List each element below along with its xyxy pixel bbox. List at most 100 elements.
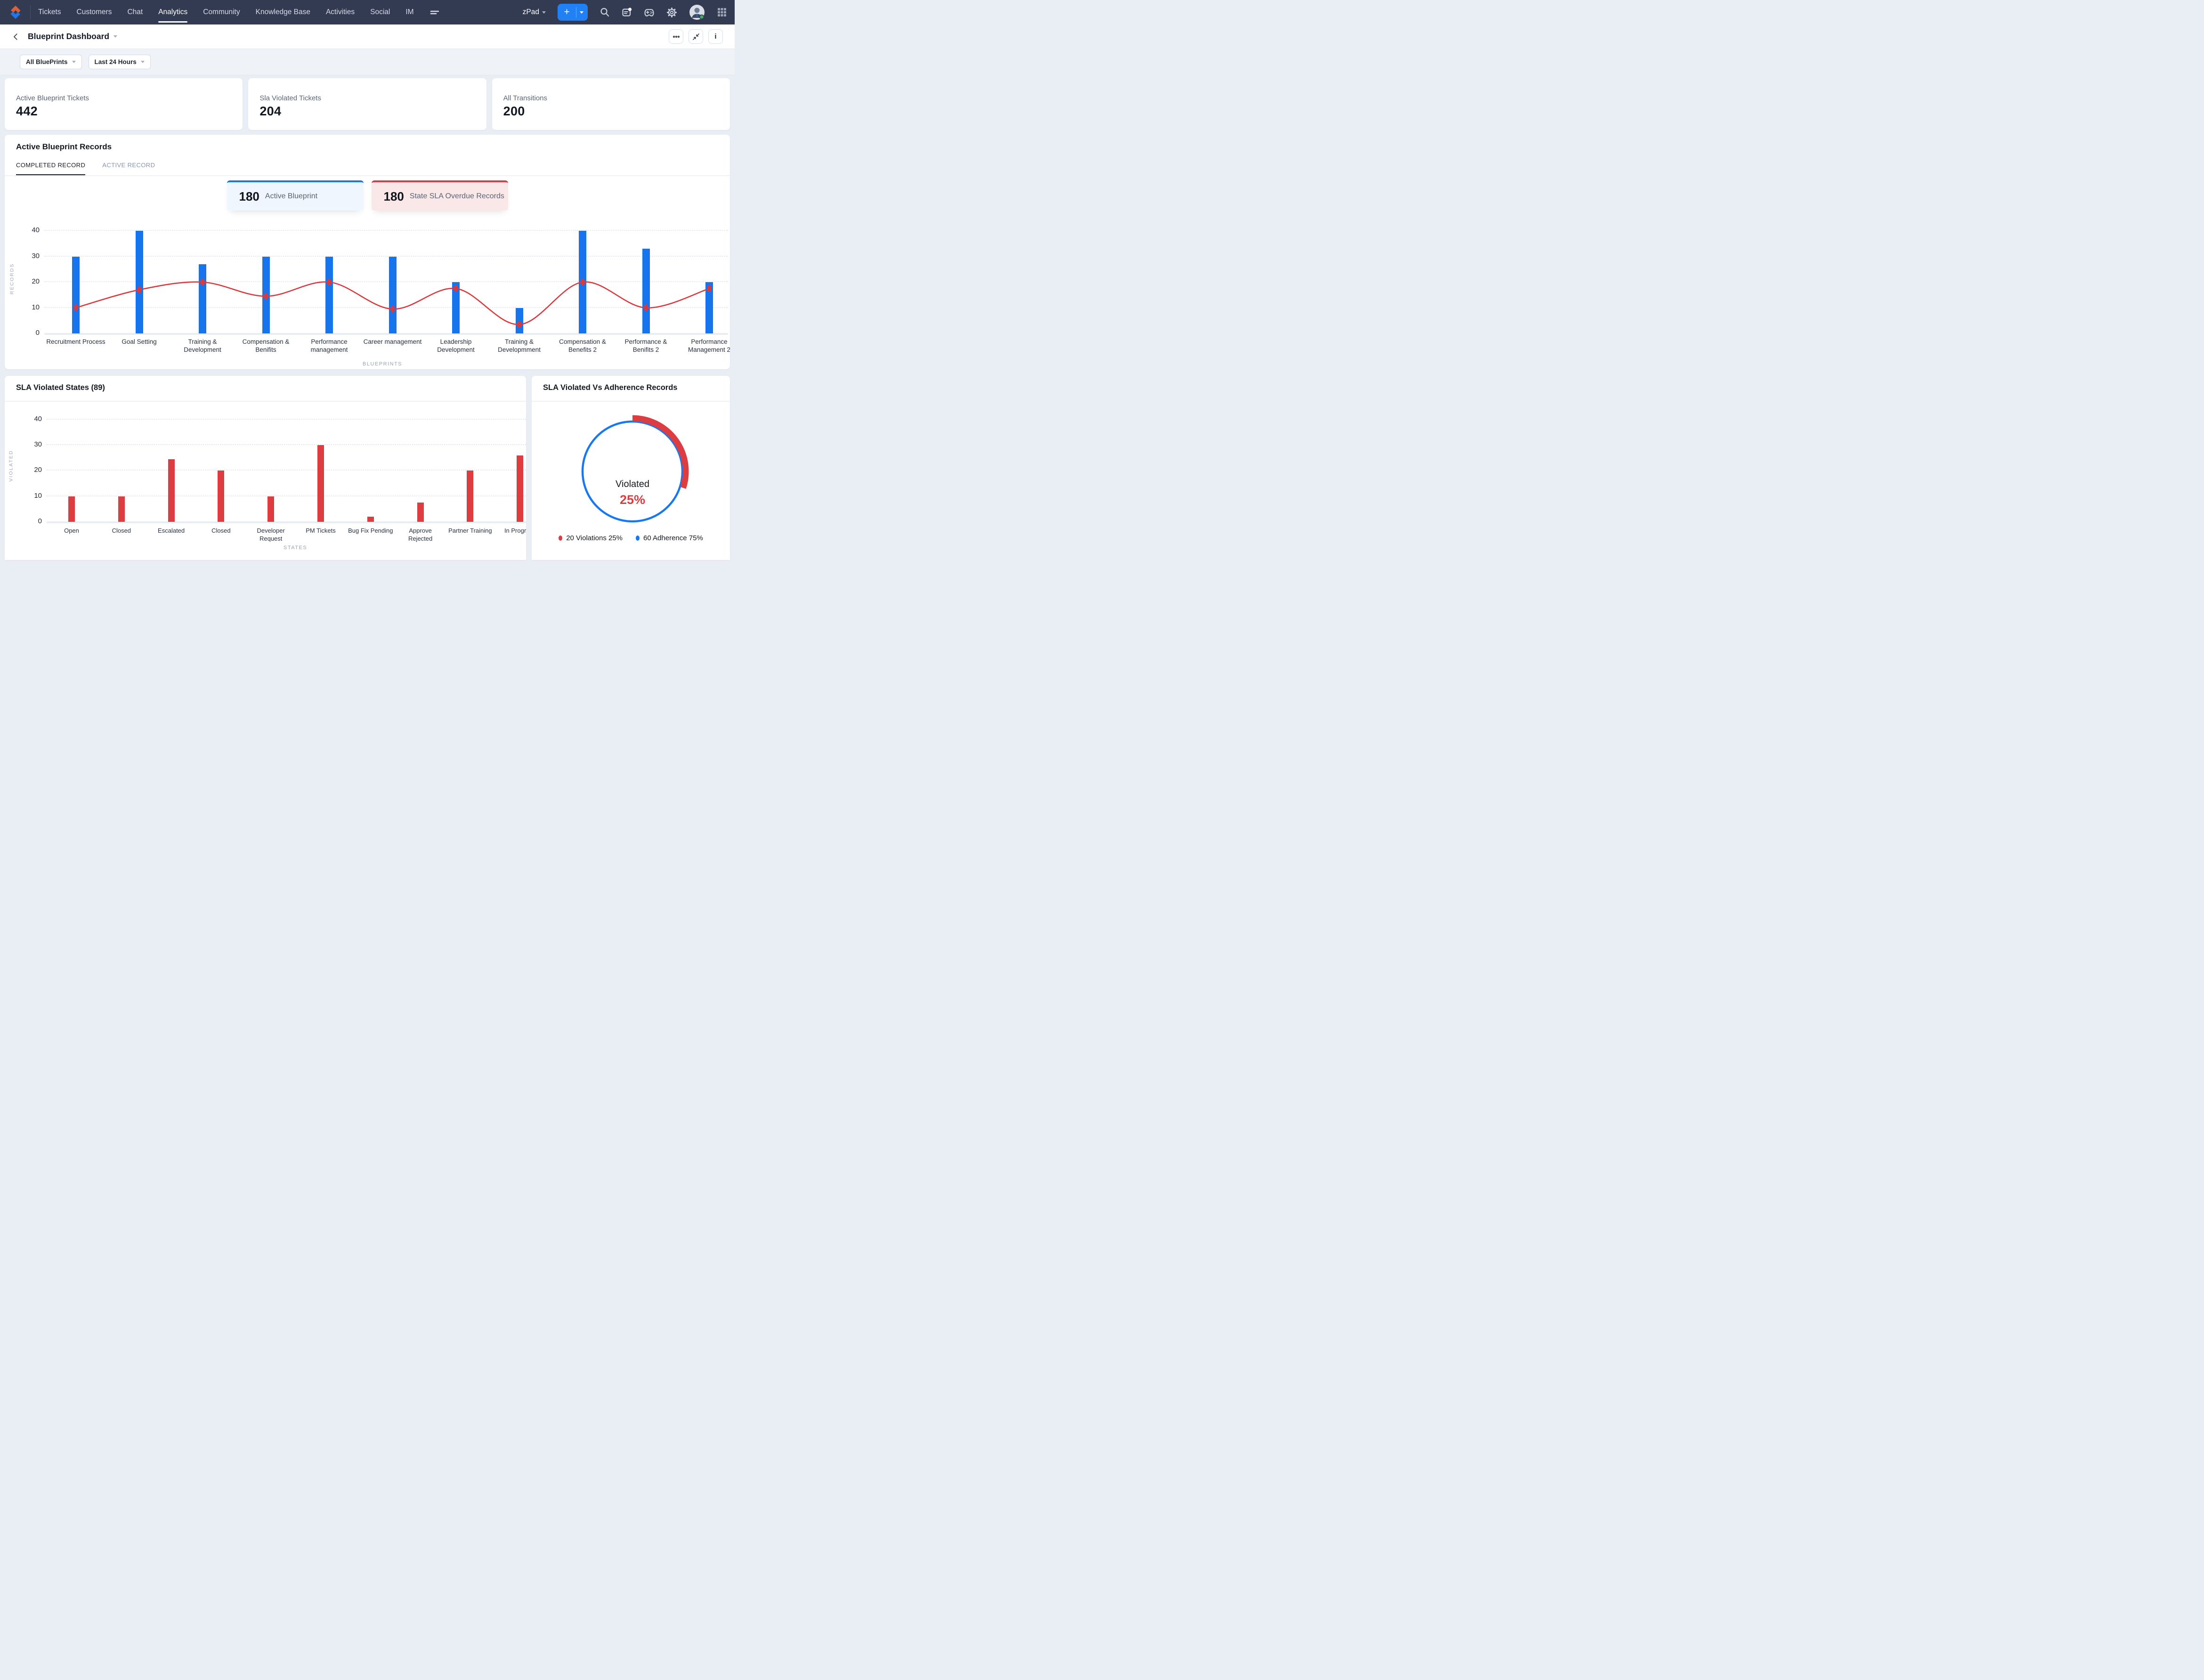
nav-item-community[interactable]: Community [203,0,240,24]
nav-item-customers[interactable]: Customers [77,0,112,24]
more-menu-icon[interactable] [429,0,439,24]
category-label-partner-training: Partner Training [448,527,492,534]
x-axis-label: BLUEPRINTS [363,361,403,367]
category-label-closed: Closed [211,527,231,534]
violated-bar-closed [218,471,225,522]
violated-bar-in-progress [517,455,524,522]
add-button[interactable]: + [558,4,588,21]
category-label-performance-benifits-2: Performance & Benifits 2 [624,338,667,353]
violated-bar-partner-training [467,471,474,522]
ytick-10: 10 [34,491,42,500]
donut-legend: 20 Violations 25% 60 Adherence 75% [532,534,730,542]
tab-completed-record[interactable]: COMPLETED RECORD [16,162,86,176]
violated-bar-approve-rejected [417,503,424,522]
line-marker-performance-management-2 [707,285,712,292]
category-label-goal-setting: Goal Setting [122,338,157,345]
chevron-down-icon [72,61,76,63]
active-blueprint-chip: 180 Active Blueprint [227,180,364,211]
divider [5,175,730,176]
ytick-10: 10 [32,303,40,311]
nav-item-chat[interactable]: Chat [127,0,143,24]
stat-card-value: 204 [259,104,282,118]
gridline-30 [47,444,526,446]
active-blueprint-count: 180 [239,189,259,203]
page-title: Blueprint Dashboard [28,32,110,41]
sla-overdue-chip-label: State SLA Overdue Records [409,192,504,200]
legend-label: 60 Adherence 75% [643,534,703,542]
records-chart-yticks: 40 30 20 10 0 [18,226,40,337]
legend-dot [559,536,563,541]
panel-title: Active Blueprint Records [16,142,112,151]
line-marker-compensation-benifits [264,292,268,300]
records-trend-line [73,278,712,328]
ytick-30: 30 [32,252,40,260]
category-label-pm-tickets: PM Tickets [306,527,336,534]
line-marker-leadership-development [454,285,458,292]
ytick-20: 20 [34,466,42,474]
gamescope-icon[interactable] [644,7,655,18]
category-label-leadership-development: Leadership Development [437,338,475,353]
title-chevron-down-icon[interactable] [113,35,118,38]
sla-violated-states-panel: SLA Violated States (89) VIOLATED 40 30 20… [5,376,526,560]
nav-item-tickets[interactable]: Tickets [38,0,61,24]
line-marker-performance-management [327,278,332,286]
sla-violated-vs-adherence-panel: SLA Violated Vs Adherence Records Violat… [532,376,730,560]
divider [5,401,526,402]
more-options-button[interactable] [669,29,683,44]
tab-active-record[interactable]: ACTIVE RECORD [102,162,155,175]
category-label-performance-management-2: Performance Management 2 [688,338,730,353]
sla-chart-plot [47,411,526,523]
ytick-40: 40 [34,414,42,423]
line-marker-goal-setting [137,286,141,293]
workspace-selector[interactable]: zPad [523,8,546,16]
nav-item-im[interactable]: IM [405,0,413,24]
category-label-training-developmment: Training & Developmment [498,338,541,353]
category-label-compensation-benefits-2: Compensation & Benefits 2 [559,338,606,353]
stat-card-all-transitions: All Transitions 200 [492,78,730,130]
x-axis-label: STATES [284,545,308,551]
feeds-icon[interactable] [622,7,632,17]
info-button[interactable]: i [708,29,723,44]
category-label-in-progress: In Progress [504,527,526,534]
stat-card-label: All Transitions [503,94,548,102]
category-label-developer-request: Developer Request [257,527,285,542]
nav-item-analytics[interactable]: Analytics [158,0,188,24]
nav-item-activities[interactable]: Activities [326,0,355,24]
active-blueprint-records-panel: Active Blueprint Records COMPLETED RECOR… [5,135,730,369]
ytick-0: 0 [35,329,40,337]
records-chart-plot [44,226,728,335]
plus-icon: + [564,7,570,17]
user-avatar[interactable] [689,4,705,20]
stat-card-value: 200 [503,104,525,118]
category-label-approve-rejected: Approve Rejected [408,527,433,542]
chevron-down-icon [140,61,145,63]
nav-item-social[interactable]: Social [370,0,390,24]
category-label-performance-management: Performance management [310,338,348,353]
donut-value: 25% [619,493,646,507]
active-blueprint-chip-label: Active Blueprint [265,192,318,200]
apps-grid-icon[interactable] [717,7,727,17]
chevron-down-icon [580,11,583,14]
search-icon[interactable] [600,7,610,17]
line-marker-training-development [200,278,205,286]
panel-title: SLA Violated States (89) [16,383,105,392]
time-range-filter-dropdown[interactable]: Last 24 Hours [88,55,151,69]
chevron-down-icon [542,11,546,14]
stat-card-label: Sla Violated Tickets [259,94,321,102]
back-button[interactable] [12,32,20,41]
line-marker-career-management [390,305,395,313]
collapse-button[interactable] [689,29,703,44]
blueprint-filter-dropdown[interactable]: All BluePrints [20,55,82,69]
violated-bar-pm-tickets [317,445,324,522]
line-marker-training-developmment [517,321,521,328]
category-label-bug-fix-pending: Bug Fix Pending [348,527,393,534]
legend-item-20-violations-25: 20 Violations 25% [559,534,623,542]
violated-bar-developer-request [267,496,275,522]
settings-gear-icon[interactable] [666,7,677,18]
gridline-40 [47,418,526,420]
nav-item-knowledge-base[interactable]: Knowledge Base [256,0,310,24]
stat-card-sla-violated-tickets: Sla Violated Tickets 204 [248,78,486,130]
sla-overdue-count: 180 [383,189,404,203]
brand-logo-icon[interactable] [8,4,24,20]
nav-divider [30,5,31,19]
